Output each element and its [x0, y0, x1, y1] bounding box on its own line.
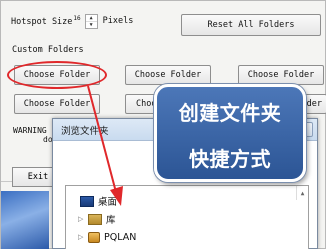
custom-folders-label: Custom Folders	[12, 45, 84, 55]
callout-line-2: 快捷方式	[189, 147, 271, 171]
warning-line-1: WARNING	[13, 126, 47, 135]
spinner-down-icon[interactable]: ▼	[86, 22, 97, 28]
choose-folder-button-4[interactable]: Choose Folder	[14, 94, 100, 114]
library-icon	[88, 213, 102, 225]
tree-item-pqlan[interactable]: ▷ PQLAN	[78, 230, 136, 244]
desktop-icon	[80, 195, 94, 207]
hotspot-row: Hotspot Size16 ▲ ▼ Pixels	[11, 13, 133, 29]
warning-text: WARNING do	[13, 126, 53, 144]
tree-item-label: 桌面	[98, 197, 118, 208]
tree-item-desktop[interactable]: 桌面	[80, 194, 117, 208]
expand-arrow-icon[interactable]: ▷	[78, 233, 88, 241]
highlight-ellipse	[7, 61, 107, 89]
tree-item-label: PQLAN	[104, 231, 137, 243]
hotspot-value: 16	[73, 15, 81, 23]
desktop-wallpaper	[1, 191, 49, 249]
callout-bubble: 创建文件夹 快捷方式	[154, 84, 306, 182]
choose-folder-button-2[interactable]: Choose Folder	[125, 65, 211, 85]
spinner-up-icon[interactable]: ▲	[85, 15, 97, 22]
tree-item-library[interactable]: ▷ 库	[78, 212, 116, 226]
dialog-title: 浏览文件夹	[61, 126, 109, 137]
user-folder-icon	[88, 231, 100, 243]
warning-line-2: do	[43, 135, 53, 144]
hotspot-label: Hotspot Size16	[11, 15, 81, 27]
folder-tree[interactable]: ▲ 桌面 ▷ 库 ▷ PQLAN	[65, 185, 309, 249]
tree-item-label: 库	[106, 215, 116, 226]
hotspot-spinner[interactable]: ▲ ▼	[84, 13, 98, 29]
reset-all-folders-button[interactable]: Reset All Folders	[181, 14, 321, 36]
choose-folder-button-3[interactable]: Choose Folder	[238, 65, 324, 85]
callout-line-1: 创建文件夹	[178, 101, 282, 125]
expand-arrow-icon[interactable]: ▷	[78, 215, 88, 223]
scroll-up-icon[interactable]: ▲	[296, 186, 308, 200]
pixels-label: Pixels	[102, 16, 134, 26]
